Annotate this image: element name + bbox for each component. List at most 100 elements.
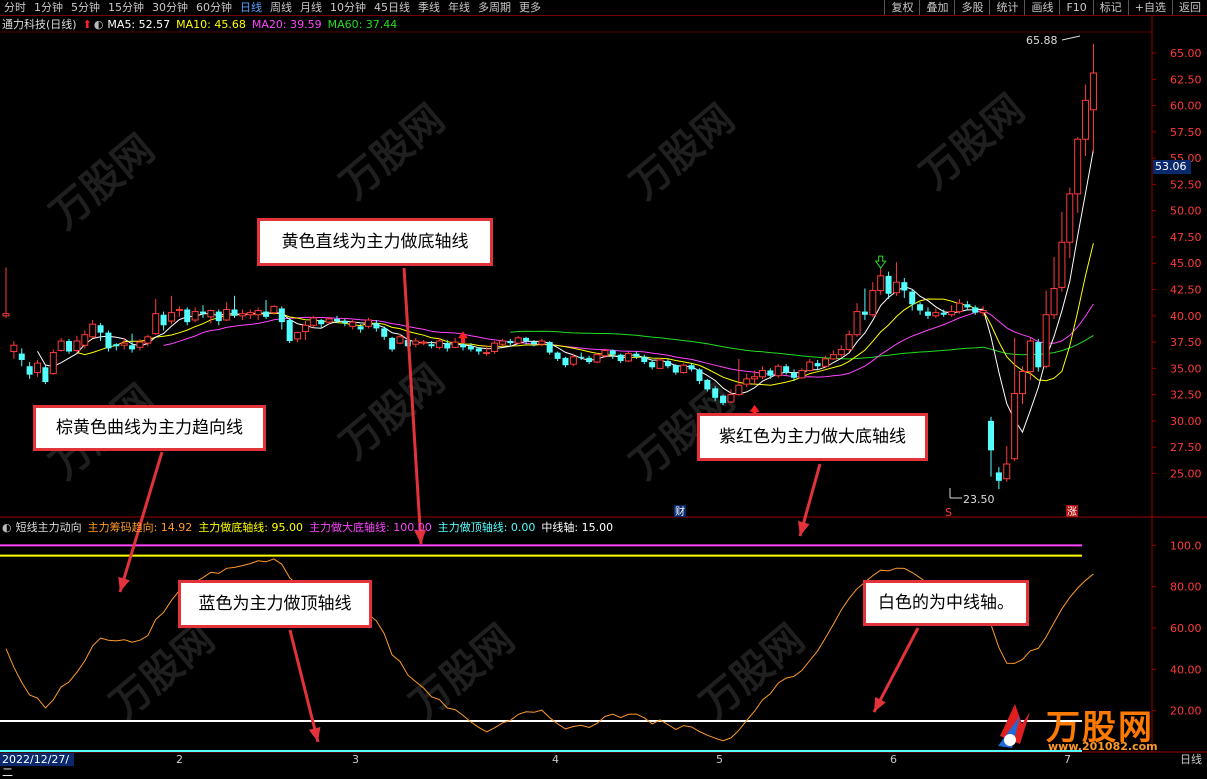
candle-body-up — [349, 321, 357, 327]
candle-body-up — [412, 340, 420, 345]
price-tick-label: 42.50 — [1170, 284, 1202, 297]
logo-url: www.201082.com — [1048, 740, 1158, 753]
candle-body-down — [113, 344, 120, 347]
candle-body-up — [593, 354, 601, 363]
logo: 万股网 www.201082.com — [990, 696, 1180, 754]
candle-body-up — [625, 353, 633, 362]
high-price-pointer — [1061, 35, 1081, 41]
candle-body-up — [396, 336, 404, 344]
candle-body-up — [822, 358, 830, 367]
candle-body-up — [727, 394, 735, 403]
candle-body-down — [988, 420, 994, 451]
candle-body-up — [869, 290, 877, 316]
candle-body-up — [1089, 72, 1097, 111]
candle-body-up — [2, 313, 10, 317]
price-tick-label: 57.50 — [1170, 126, 1202, 139]
candle-body-down — [42, 367, 49, 383]
candle-body-up — [877, 275, 885, 292]
candle-body-down — [523, 337, 530, 342]
candle-body-up — [57, 340, 65, 351]
price-tick-label: 60.00 — [1170, 100, 1202, 113]
candle-body-down — [562, 357, 569, 366]
candle-body-down — [357, 326, 364, 330]
candlestick-chart[interactable]: 65.0062.5060.0057.5055.0052.5050.0047.50… — [0, 0, 1207, 766]
candle-body-up — [73, 340, 81, 351]
candle-body-down — [475, 348, 482, 352]
candle-body-up — [175, 308, 183, 312]
candle-body-down — [720, 395, 727, 404]
indicator-big-bottom-label: 主力做大底轴线: 100.00 — [309, 521, 432, 534]
candle-body-down — [641, 356, 648, 363]
candle-body-up — [301, 324, 309, 333]
candle-body-down — [333, 318, 340, 322]
candle-body-down — [783, 366, 790, 373]
candle-body-down — [444, 343, 451, 349]
candle-body-down — [649, 362, 656, 368]
candle-body-up — [120, 342, 128, 346]
price-tick-label: 52.50 — [1170, 178, 1202, 191]
high-price-label: 65.88 — [1026, 34, 1058, 47]
candle-body-down — [66, 341, 73, 352]
indicator-tick-label: 100.0 — [1170, 539, 1202, 552]
candle-body-up — [979, 310, 987, 314]
candle-body-down — [129, 345, 136, 350]
candle-body-down — [995, 472, 1002, 481]
candle-body-down — [791, 372, 797, 378]
candle-body-down — [767, 370, 774, 376]
candle-body-up — [254, 310, 262, 316]
candle-body-up — [758, 369, 766, 378]
candle-body-up — [1050, 287, 1058, 316]
candle-body-up — [325, 318, 333, 323]
candle-body-up — [167, 312, 175, 322]
candle-body-up — [845, 334, 853, 350]
price-tick-label: 50.00 — [1170, 205, 1202, 218]
candle-body-up — [152, 313, 160, 335]
candle-body-up — [798, 369, 806, 379]
candle-body-down — [467, 346, 474, 350]
candle-body-up — [806, 361, 814, 371]
candle-body-down — [278, 308, 285, 323]
candle-body-up — [364, 319, 372, 327]
x-axis-label: 3 — [352, 753, 359, 766]
s-marker: S — [945, 506, 952, 519]
indicator-tick-label: 40.00 — [1170, 663, 1202, 676]
x-axis-label: 6 — [890, 753, 897, 766]
candle-body-up — [1042, 314, 1050, 367]
annotation-blue-line: 蓝色为主力做顶轴线 — [178, 580, 372, 628]
candle-body-down — [972, 307, 979, 313]
x-axis-label: 7 — [1064, 753, 1071, 766]
candle-body-up — [948, 311, 956, 316]
candle-body-up — [656, 359, 664, 369]
candle-body-up — [680, 364, 688, 374]
candle-body-up — [601, 349, 609, 357]
price-tick-label: 47.50 — [1170, 231, 1202, 244]
candle-body-up — [955, 302, 963, 313]
candle-body-up — [34, 362, 42, 374]
candle-body-down — [546, 342, 553, 353]
indicator-settings-icon[interactable]: ◐ — [2, 521, 12, 534]
indicator-tick-label: 80.00 — [1170, 581, 1202, 594]
candle-body-down — [341, 321, 348, 324]
candle-body-up — [743, 378, 751, 385]
candle-body-down — [688, 365, 695, 370]
candle-body-down — [184, 309, 191, 323]
price-tick-label: 45.00 — [1170, 257, 1202, 270]
candle-body-down — [18, 353, 25, 360]
indicator-legend: ◐ 短线主力动向 主力筹码趋向: 14.92 主力做底轴线: 95.00 主力做… — [2, 519, 619, 535]
candle-body-down — [381, 328, 388, 337]
candle-body-up — [751, 376, 759, 380]
candle-body-down — [1035, 342, 1042, 368]
annotation-yellow-line: 黄色直线为主力做底轴线 — [257, 218, 493, 266]
x-axis-label: 5 — [716, 753, 723, 766]
indicator-name[interactable]: 短线主力动向 — [16, 519, 82, 535]
candle-body-down — [712, 388, 719, 398]
candle-body-down — [861, 311, 868, 315]
candle-body-down — [105, 332, 112, 349]
candle-body-up — [932, 312, 940, 317]
price-tick-label: 32.50 — [1170, 389, 1202, 402]
annotation-arrow-blue — [288, 629, 320, 743]
candle-body-up — [514, 337, 522, 344]
indicator-trend-label: 主力筹码趋向: 14.92 — [87, 521, 193, 534]
candle-body-down — [672, 365, 679, 373]
candle-body-up — [483, 352, 491, 355]
